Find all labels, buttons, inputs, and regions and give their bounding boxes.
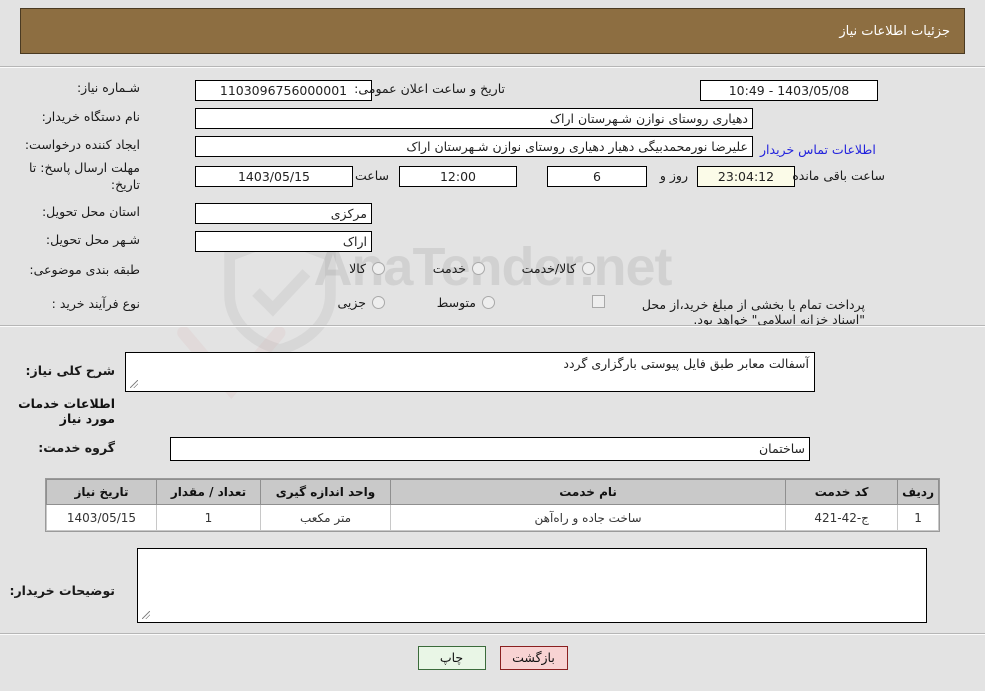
category-option-label-0: کالا [349, 261, 366, 276]
table-header-row: ردیف کد خدمت نام خدمت واحد اندازه گیری ت… [46, 479, 939, 505]
cell-unit: متر مکعب [260, 504, 391, 531]
public-announce-field[interactable]: 1403/05/08 - 10:49 [700, 80, 878, 101]
remaining-time-suffix: ساعت باقی مانده [792, 168, 885, 183]
request-creator-label-row: ایجاد کننده درخواست: [25, 137, 140, 152]
table-row[interactable]: 1 ج-42-421 ساخت جاده و راه‌آهن متر مکعب … [46, 504, 939, 531]
buyer-org-label-row: نام دستگاه خریدار: [42, 109, 140, 124]
button-bar: بازگشت چاپ [0, 646, 985, 670]
divider-top [0, 66, 985, 68]
need-number-label-row: شـماره نیاز: [77, 80, 140, 95]
cell-service-code: ج-42-421 [785, 504, 899, 531]
services-table: ردیف کد خدمت نام خدمت واحد اندازه گیری ت… [45, 478, 940, 532]
remaining-days-label: روز و [659, 168, 688, 183]
province-label-row: استان محل تحویل: [42, 204, 140, 219]
services-table-grid: ردیف کد خدمت نام خدمت واحد اندازه گیری ت… [46, 479, 939, 531]
print-button[interactable]: چاپ [417, 646, 486, 670]
public-announce-label-row: تاریخ و ساعت اعلان عمومی: [354, 81, 505, 96]
radio-icon [372, 262, 385, 275]
category-label: طبقه بندی موضوعی: [29, 262, 140, 277]
radio-icon [372, 296, 385, 309]
radio-icon [582, 262, 595, 275]
process-option-label-1: متوسط [436, 295, 476, 310]
category-option-label-1: خدمت [432, 261, 466, 276]
th-service-name: نام خدمت [389, 479, 787, 505]
buyer-org-field[interactable]: دهیاری روستای نوازن شـهرستان اراک [195, 108, 753, 129]
category-radio-kala-khedmat[interactable]: کالا/خدمت [522, 261, 595, 276]
checkbox-icon [592, 295, 605, 308]
page-title: جزئیات اطلاعات نیاز [839, 23, 950, 39]
divider-bottom [0, 633, 985, 635]
category-label-row: طبقه بندی موضوعی: [29, 262, 140, 277]
province-field[interactable]: مرکزی [195, 203, 372, 224]
cell-need-date: 1403/05/15 [46, 504, 157, 531]
page-header: جزئیات اطلاعات نیاز [20, 8, 965, 54]
page-root: جزئیات اطلاعات نیاز AnaTender.net شـماره… [0, 0, 985, 691]
deadline-label: مهلت ارسال پاسخ: تا تاریخ: [29, 160, 140, 192]
th-service-code: کد خدمت [785, 479, 899, 505]
cell-service-name: ساخت جاده و راه‌آهن [389, 504, 787, 531]
radio-icon [482, 296, 495, 309]
treasury-checkbox[interactable] [592, 295, 605, 308]
category-radio-khedmat[interactable]: خدمت [433, 261, 485, 276]
process-radio-jozei[interactable]: جزیی [337, 295, 385, 310]
description-text: آسفالت معابر طبق فایل پیوستی بارگزاری گر… [563, 356, 809, 371]
city-field[interactable]: اراک [195, 231, 372, 252]
divider-middle [0, 325, 985, 327]
service-group-field[interactable]: ساختمان [170, 437, 810, 461]
description-textarea[interactable]: آسفالت معابر طبق فایل پیوستی بارگزاری گر… [125, 352, 815, 392]
request-creator-label: ایجاد کننده درخواست: [24, 137, 140, 152]
process-label-row: نوع فرآیند خرید : [52, 296, 140, 311]
buyer-contact-link[interactable]: اطلاعات تماس خریدار [760, 139, 876, 158]
deadline-label-row: مهلت ارسال پاسخ: تا تاریخ: [15, 159, 140, 193]
category-radio-kala[interactable]: کالا [349, 261, 385, 276]
process-label: نوع فرآیند خرید : [51, 296, 140, 311]
cell-quantity: 1 [156, 504, 261, 531]
buyer-contact-link-label: اطلاعات تماس خریدار [760, 142, 876, 157]
request-creator-field[interactable]: علیرضا نورمحمدبیگی دهیار دهیاری روستای ن… [195, 136, 753, 157]
resize-grip-icon[interactable] [140, 611, 150, 621]
city-label: شـهر محل تحویل: [45, 232, 140, 247]
need-number-label: شـماره نیاز: [76, 80, 140, 95]
deadline-date-field[interactable]: 1403/05/15 [195, 166, 353, 187]
province-label: استان محل تحویل: [41, 204, 140, 219]
service-group-label: گروه خدمت: [38, 440, 115, 455]
treasury-note: پرداخت تمام یا بخشی از مبلغ خرید،از محل … [641, 297, 865, 327]
remaining-days-field: 6 [547, 166, 647, 187]
resize-grip-icon[interactable] [128, 380, 138, 390]
need-number-field[interactable]: 1103096756000001 [195, 80, 372, 101]
th-need-date: تاریخ نیاز [46, 479, 157, 505]
deadline-hour-label: ساعت [354, 168, 389, 183]
public-announce-label: تاریخ و ساعت اعلان عمومی: [354, 81, 505, 96]
buyer-notes-label: توضیحات خریدار: [9, 583, 115, 598]
city-label-row: شـهر محل تحویل: [46, 232, 140, 247]
category-option-label-2: کالا/خدمت [521, 261, 576, 276]
buyer-org-label: نام دستگاه خریدار: [41, 109, 140, 124]
process-option-label-0: جزیی [337, 295, 366, 310]
radio-icon [472, 262, 485, 275]
back-button[interactable]: بازگشت [499, 646, 568, 670]
remaining-time-field: 23:04:12 [697, 166, 795, 187]
deadline-hour-field[interactable]: 12:00 [399, 166, 517, 187]
th-row-no: ردیف [897, 479, 939, 505]
process-radio-motavaset[interactable]: متوسط [437, 295, 495, 310]
cell-row-no: 1 [897, 504, 939, 531]
watermark: AnaTender.net [0, 236, 985, 298]
th-unit: واحد اندازه گیری [260, 479, 391, 505]
description-label: شرح کلی نیاز: [25, 363, 115, 378]
services-section-heading: اطلاعات خدمات مورد نیاز [18, 396, 115, 426]
buyer-notes-textarea[interactable] [137, 548, 927, 623]
th-quantity: تعداد / مقدار [156, 479, 261, 505]
